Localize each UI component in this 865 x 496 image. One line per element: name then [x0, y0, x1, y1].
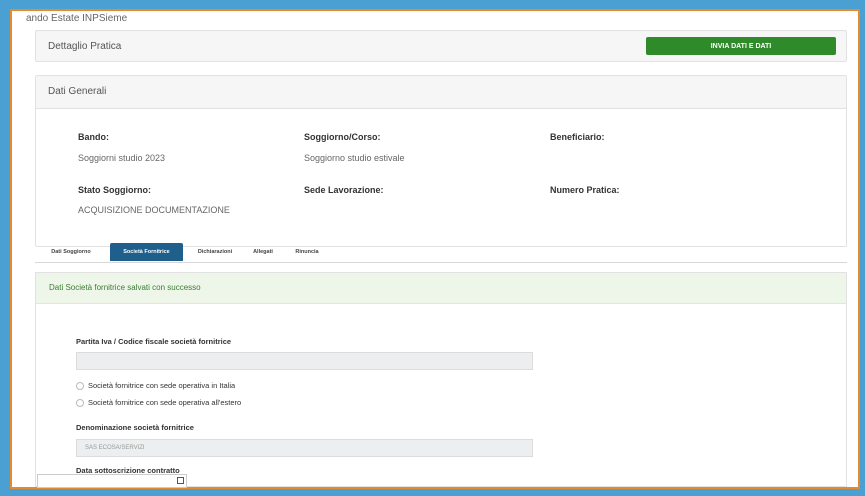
success-message: Dati Società fornitrice salvati con succ… [49, 283, 201, 292]
tab-allegati[interactable]: Allegati [246, 243, 280, 261]
breadcrumb: ando Estate INPSieme [26, 13, 128, 24]
field-label-stato: Stato Soggiorno: [78, 185, 151, 195]
tab-rinuncia[interactable]: Rinuncia [287, 243, 327, 261]
general-data-title: Dati Generali [48, 86, 107, 97]
radio-italia-label: Società fornitrice con sede operativa in… [88, 381, 236, 390]
radio-sede-estero[interactable]: Società fornitrice con sede operativa al… [76, 398, 241, 407]
calendar-icon[interactable] [177, 477, 184, 484]
piva-input[interactable] [76, 352, 533, 370]
success-alert: Dati Società fornitrice salvati con succ… [36, 273, 846, 304]
radio-circle[interactable] [76, 381, 84, 390]
field-value-bando: Soggiorni studio 2023 [78, 153, 166, 163]
general-data-panel: Dati Generali Bando: Soggiorni studio 20… [35, 75, 847, 247]
detail-panel: Dettaglio Pratica INVIA DATI E DATI [35, 30, 847, 62]
piva-label: Partita Iva / Codice fiscale società for… [76, 337, 232, 346]
radio-circle[interactable] [76, 398, 84, 407]
tab-societa-fornitrice[interactable]: Società Fornitrice [110, 243, 183, 261]
field-value-stato: ACQUISIZIONE DOCUMENTAZIONE [78, 205, 230, 215]
data-contratto-input[interactable] [37, 474, 187, 488]
tab-dichiarazioni[interactable]: Dichiarazioni [190, 243, 240, 261]
general-data-header: Dati Generali [36, 76, 846, 109]
field-value-soggiorno: Soggiorno studio estivale [304, 153, 405, 163]
tab-divider [35, 262, 847, 263]
denominazione-input[interactable]: SAS ECOSA/SERVIZI [76, 439, 533, 457]
tab-dati-soggiorno[interactable]: Dati Soggiorno [40, 243, 102, 261]
field-label-numero: Numero Pratica: [550, 185, 620, 195]
denominazione-label: Denominazione società fornitrice [76, 423, 194, 432]
field-label-beneficiario: Beneficiario: [550, 132, 605, 142]
detail-title: Dettaglio Pratica [48, 41, 122, 52]
field-label-bando: Bando: [78, 132, 109, 142]
field-label-sede: Sede Lavorazione: [304, 185, 384, 195]
radio-sede-italia[interactable]: Società fornitrice con sede operativa in… [76, 381, 235, 390]
radio-estero-label: Società fornitrice con sede operativa al… [88, 398, 242, 407]
field-label-soggiorno: Soggiorno/Corso: [304, 132, 381, 142]
send-data-button[interactable]: INVIA DATI E DATI [646, 37, 836, 55]
